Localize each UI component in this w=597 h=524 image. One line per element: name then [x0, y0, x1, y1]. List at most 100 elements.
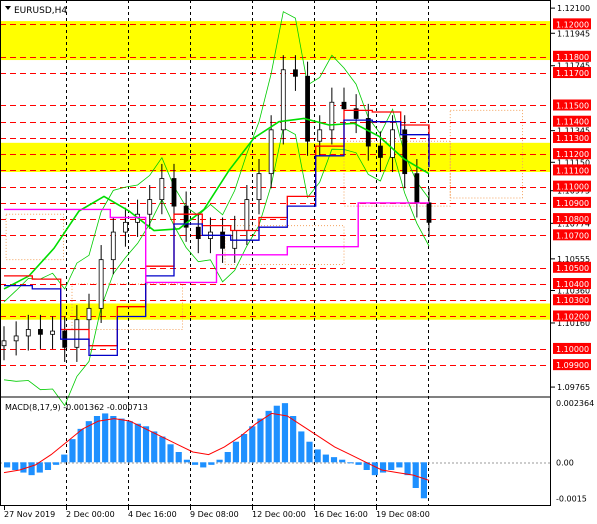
price-level-label: 1.10500: [556, 264, 589, 273]
candle-body: [317, 129, 323, 142]
price-label: 1.12100: [557, 4, 590, 13]
price-level-label: 1.10000: [556, 345, 589, 354]
macd-bar: [322, 454, 329, 463]
macd-bar: [134, 423, 141, 463]
macd-bar: [257, 418, 264, 463]
time-label: 2 Dec 00:00: [66, 510, 115, 519]
macd-bar: [404, 462, 411, 476]
macd-bar: [61, 454, 68, 463]
candle-body: [38, 329, 43, 335]
candle-body: [25, 329, 31, 337]
candle-body: [110, 231, 116, 261]
time-label: 16 Dec 16:00: [314, 510, 368, 519]
macd-bar: [330, 457, 338, 463]
macd-bar: [4, 462, 11, 468]
macd-bar: [12, 462, 19, 470]
macd-bar: [69, 439, 76, 463]
macd-bar: [347, 462, 354, 464]
macd-bar: [306, 441, 313, 463]
macd-bar: [110, 416, 117, 463]
candle-body: [195, 226, 201, 239]
macd-bar: [265, 410, 272, 463]
candle-body: [305, 75, 310, 142]
price-label: 1.11945: [557, 29, 590, 38]
price-level-label: 1.11400: [556, 118, 589, 127]
candle-body: [147, 199, 153, 215]
time-label: 12 Dec 00:00: [252, 510, 306, 519]
macd-bar: [298, 431, 305, 463]
candle-body: [171, 178, 177, 207]
symbol-selector[interactable]: EURUSD,H4: [2, 2, 78, 16]
chart-window[interactable]: EURUSD,H4 MACD(8,17,9) -0.001362 -0.0007…: [0, 0, 597, 524]
price-level-label: 1.11100: [556, 166, 589, 175]
macd-axis-label: 0.002364: [556, 399, 594, 408]
macd-bar: [53, 462, 60, 465]
macd-bar: [290, 416, 297, 463]
price-level-label: 1.11800: [556, 53, 589, 62]
candle-body: [232, 230, 238, 249]
price-axis[interactable]: 1.121001.119451.117451.113451.111501.109…: [551, 4, 591, 392]
macd-bar: [232, 441, 240, 463]
candle-body: [426, 202, 432, 223]
macd-bar: [224, 452, 231, 463]
time-label: 9 Dec 08:00: [190, 510, 239, 519]
macd-bar: [159, 436, 166, 463]
macd-bar: [126, 421, 133, 463]
candle-body: [1, 340, 7, 347]
time-label: 19 Dec 08:00: [376, 510, 430, 519]
macd-bar: [175, 452, 182, 463]
macd-bar: [314, 449, 321, 463]
candle-body: [402, 129, 408, 175]
candle-body: [50, 330, 55, 335]
candle-body: [378, 145, 383, 158]
macd-bar: [167, 444, 174, 463]
candle-body: [220, 231, 225, 249]
macd-axis-label: -0.0015: [556, 494, 587, 503]
macd-axis-label: 0.00: [556, 458, 574, 467]
macd-bar: [200, 462, 207, 468]
macd-bar: [420, 462, 427, 499]
price-level-label: 1.12000: [556, 20, 589, 29]
price-level-label: 1.09900: [556, 361, 589, 370]
macd-bar: [151, 431, 158, 463]
price-level-label: 1.10900: [556, 199, 589, 208]
highlight-zone: [0, 21, 551, 61]
macd-bar: [241, 434, 248, 463]
candle-body: [123, 221, 128, 233]
time-axis[interactable]: 27 Nov 2019 2 Dec 00:00 4 Dec 16:00 9 Dec 0…: [4, 506, 430, 519]
macd-axis[interactable]: 0.002364 0.00 -0.0015: [556, 399, 594, 503]
macd-bar: [388, 462, 395, 470]
highlight-zone: [0, 142, 551, 173]
macd-bar: [208, 462, 215, 465]
macd-bar: [396, 462, 403, 468]
candle-body: [159, 178, 165, 201]
price-level-label: 1.11700: [556, 69, 589, 78]
time-label: 4 Dec 16:00: [128, 510, 177, 519]
price-level-label: 1.10400: [556, 280, 589, 289]
macd-title: MACD(8,17,9) -0.001362 -0.000713: [5, 403, 148, 412]
macd-bar: [20, 462, 27, 473]
time-label: 27 Nov 2019: [4, 510, 55, 519]
candle-body: [341, 101, 347, 110]
macd-bar: [142, 426, 150, 463]
price-level-label: 1.10200: [556, 312, 589, 321]
price-level-label: 1.10800: [556, 215, 589, 224]
macd-bar: [371, 462, 378, 476]
macd-bar: [191, 462, 199, 465]
candle-body: [13, 335, 19, 342]
macd-bar: [44, 462, 52, 470]
candle-body: [74, 319, 80, 348]
price-label: 1.09765: [557, 383, 590, 392]
macd-bar: [183, 459, 190, 463]
candle-body: [414, 173, 420, 204]
price-level-label: 1.11500: [556, 101, 589, 110]
macd-bar: [281, 403, 289, 463]
macd-bar: [28, 462, 35, 476]
macd-bar: [77, 428, 84, 463]
macd-bar: [216, 459, 223, 463]
price-level-label: 1.10700: [556, 231, 589, 240]
highlight-zone: [0, 303, 551, 320]
price-level-label: 1.10300: [556, 296, 589, 305]
candle-body: [244, 199, 250, 231]
macd-bar: [355, 462, 362, 465]
